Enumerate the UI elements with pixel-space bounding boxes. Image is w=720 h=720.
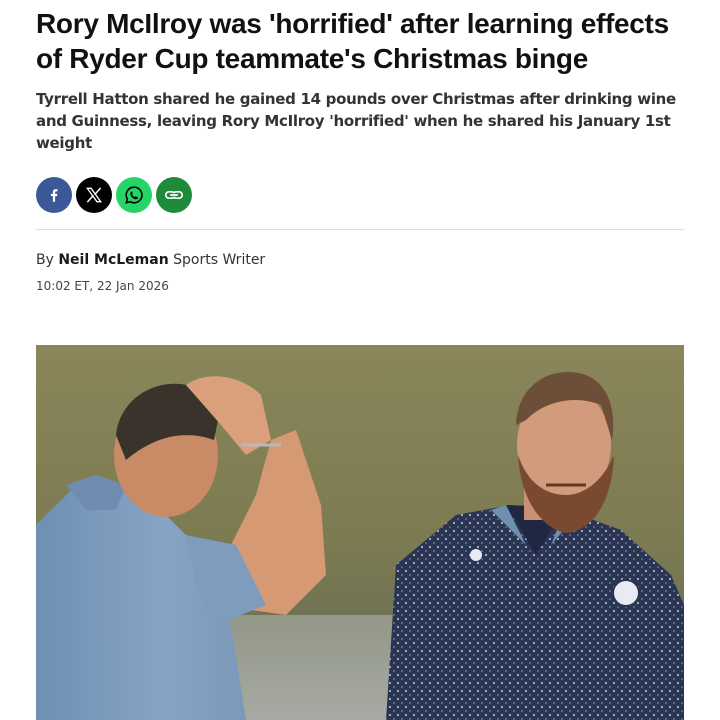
author-role: Sports Writer — [173, 252, 266, 268]
link-icon — [164, 190, 184, 200]
share-link-button[interactable] — [156, 177, 192, 213]
share-facebook-button[interactable] — [36, 177, 72, 213]
byline-prefix: By — [36, 252, 54, 268]
share-whatsapp-button[interactable] — [116, 177, 152, 213]
whatsapp-icon — [125, 186, 143, 204]
author-link[interactable]: Neil McLeman — [58, 252, 168, 268]
hero-photo-illustration — [36, 345, 684, 720]
facebook-icon — [50, 189, 58, 202]
article-headline: Rory McIlroy was 'horrified' after learn… — [36, 8, 669, 74]
share-bar — [36, 177, 684, 213]
article-header: Rory McIlroy was 'horrified' after learn… — [36, 0, 684, 294]
publish-timestamp: 10:02 ET, 22 Jan 2026 — [36, 279, 169, 293]
byline: By Neil McLeman Sports Writer — [36, 250, 684, 270]
share-x-button[interactable] — [76, 177, 112, 213]
hero-image — [36, 345, 684, 720]
header-divider — [36, 229, 684, 230]
x-icon — [86, 187, 102, 203]
article-standfirst: Tyrrell Hatton shared he gained 14 pound… — [36, 90, 676, 152]
